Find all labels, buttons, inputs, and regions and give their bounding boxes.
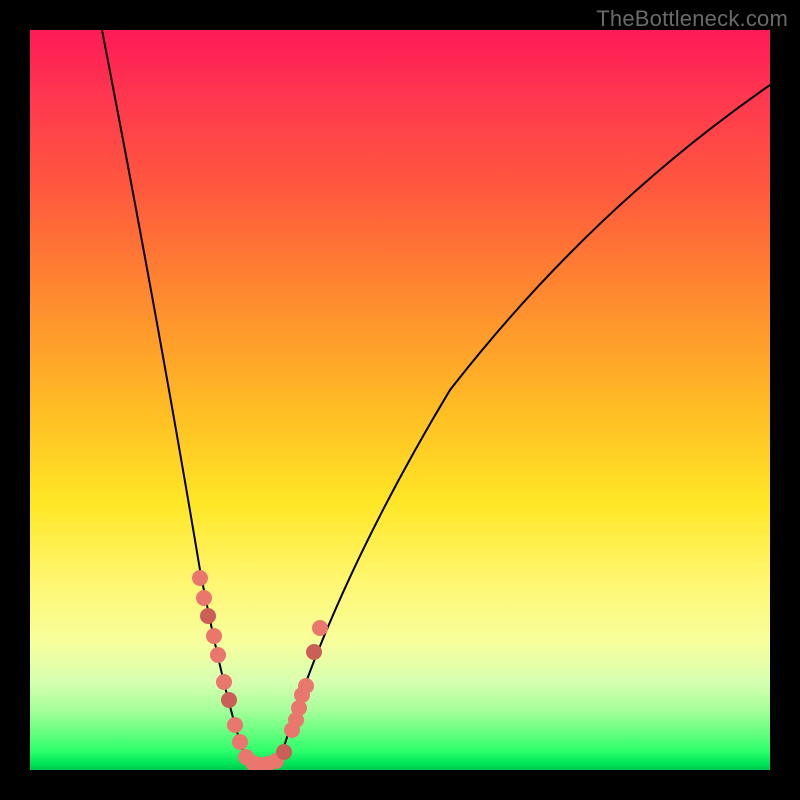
- dot: [210, 647, 226, 663]
- dot: [196, 590, 212, 606]
- dot: [227, 717, 243, 733]
- watermark-text: TheBottleneck.com: [596, 6, 788, 32]
- dot: [192, 570, 208, 586]
- curve-right-branch: [280, 85, 770, 760]
- dot: [232, 734, 248, 750]
- dot: [216, 674, 232, 690]
- dot: [312, 620, 328, 636]
- chart-svg: [30, 30, 770, 770]
- figure-frame: TheBottleneck.com: [0, 0, 800, 800]
- dot: [306, 644, 322, 660]
- dots-group: [192, 570, 328, 770]
- dot: [276, 744, 292, 760]
- dot: [200, 608, 216, 624]
- plot-area: [30, 30, 770, 770]
- dot: [298, 678, 314, 694]
- dot: [221, 692, 237, 708]
- dot: [206, 628, 222, 644]
